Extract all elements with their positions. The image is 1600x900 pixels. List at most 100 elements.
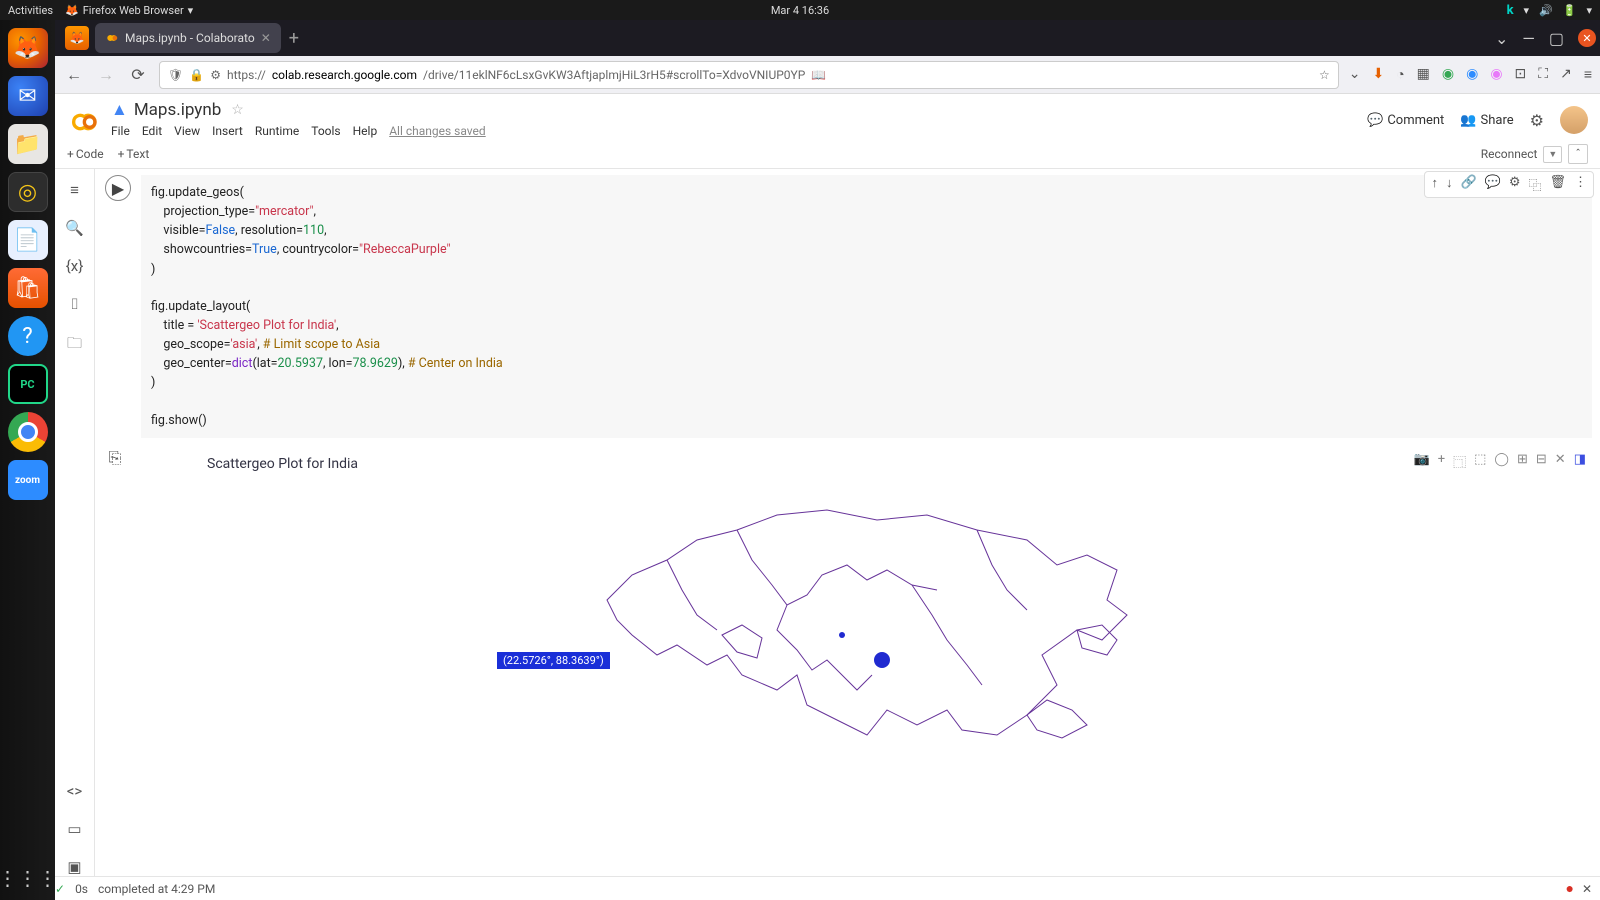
permissions-icon[interactable]: ⚙ xyxy=(210,68,221,82)
ext4-icon[interactable]: ◉ xyxy=(1490,66,1502,83)
lasso-icon[interactable]: ◯ xyxy=(1494,452,1509,471)
code-icon[interactable]: <> xyxy=(67,782,82,800)
url-bar[interactable]: 🛡 🔒 ⚙ https://colab.research.google.com/… xyxy=(159,61,1339,89)
firefox-home-icon[interactable]: 🦊 xyxy=(65,26,89,50)
code-editor[interactable]: fig.update_geos( projection_type="mercat… xyxy=(141,175,1592,438)
hamburger-menu-icon[interactable]: ≡ xyxy=(1584,66,1592,83)
volume-icon[interactable]: 🔊 xyxy=(1539,4,1553,17)
ext6-icon[interactable]: ⛶ xyxy=(1538,66,1548,83)
reconnect-button[interactable]: Reconnect xyxy=(1481,147,1538,161)
k-indicator-icon[interactable]: k xyxy=(1507,3,1514,18)
autoscale-icon[interactable]: ✕ xyxy=(1555,452,1566,471)
pan-icon[interactable]: ⿹ xyxy=(1453,452,1466,471)
lock-icon[interactable]: 🔒 xyxy=(189,68,204,82)
output-collapse-icon[interactable]: ⎘ xyxy=(105,448,125,468)
new-tab-button[interactable]: + xyxy=(289,28,299,49)
reader-icon[interactable]: 📖 xyxy=(811,68,826,82)
recording-icon[interactable]: ● xyxy=(1565,880,1573,897)
move-down-icon[interactable]: ↓ xyxy=(1446,175,1453,194)
map-container[interactable]: (22.5726°, 88.3639°) xyxy=(157,480,1576,770)
ext1-icon[interactable]: ▦ xyxy=(1417,66,1430,83)
browser-tab[interactable]: Maps.ipynb - Colaborato ✕ xyxy=(95,23,281,53)
datetime[interactable]: Mar 4 16:36 xyxy=(771,4,829,17)
code-cell[interactable]: ▶ fig.update_geos( projection_type="merc… xyxy=(95,169,1600,444)
dock-files-icon[interactable]: 📁 xyxy=(8,124,48,164)
dock-pycharm-icon[interactable]: PC xyxy=(8,364,48,404)
reconnect-options-icon[interactable]: ▼ xyxy=(1543,146,1562,163)
terminal-icon[interactable]: ▣ xyxy=(67,858,81,876)
menu-help[interactable]: Help xyxy=(353,124,378,138)
app-menu[interactable]: 🦊 Firefox Web Browser ▾ xyxy=(65,4,193,17)
vars-icon[interactable]: {x} xyxy=(66,257,84,275)
dock-writer-icon[interactable]: 📄 xyxy=(8,220,48,260)
menu-tools[interactable]: Tools xyxy=(311,124,340,138)
run-cell-button[interactable]: ▶ xyxy=(105,175,131,201)
battery-icon[interactable]: 🔋 xyxy=(1563,4,1577,17)
colab-logo-icon[interactable] xyxy=(67,106,99,138)
cell-settings-icon[interactable]: ⚙ xyxy=(1509,175,1521,194)
comment-cell-icon[interactable]: 💬 xyxy=(1485,175,1501,194)
colab-main[interactable]: ↑ ↓ 🔗 💬 ⚙ ⿻ 🗑 ⋮ ▶ fig.update_geos( proje… xyxy=(95,169,1600,876)
delete-cell-icon[interactable]: 🗑 xyxy=(1549,175,1566,194)
reload-button[interactable]: ⟳ xyxy=(127,65,149,84)
comments-panel-icon[interactable]: ▭ xyxy=(67,820,81,838)
dock-help-icon[interactable]: ? xyxy=(8,316,48,356)
close-status-icon[interactable]: ✕ xyxy=(1582,882,1592,896)
plotly-logo-icon[interactable]: ◨ xyxy=(1574,452,1586,471)
dock-chrome-icon[interactable] xyxy=(8,412,48,452)
dock-thunderbird-icon[interactable]: ✉ xyxy=(8,76,48,116)
close-button[interactable]: ✕ xyxy=(1578,29,1596,47)
dock-rhythmbox-icon[interactable]: ◎ xyxy=(8,172,48,212)
collapse-cell-icon[interactable]: ˆ xyxy=(1568,144,1588,164)
save-status[interactable]: All changes saved xyxy=(389,124,485,138)
pocket-icon[interactable]: ⌄ xyxy=(1349,66,1361,83)
back-button[interactable]: ← xyxy=(63,65,85,85)
select-icon[interactable]: ⬚ xyxy=(1474,452,1486,471)
dock-software-icon[interactable]: 🛍 xyxy=(8,268,48,308)
account-icon[interactable]: ◔ xyxy=(1396,66,1404,83)
menu-runtime[interactable]: Runtime xyxy=(255,124,299,138)
dock-zoom-icon[interactable]: zoom xyxy=(8,460,48,500)
bookmark-star-icon[interactable]: ☆ xyxy=(1319,68,1330,82)
maximize-button[interactable]: ▢ xyxy=(1549,29,1564,48)
add-text-button[interactable]: + Text xyxy=(118,147,150,161)
user-avatar[interactable] xyxy=(1560,106,1588,134)
menu-view[interactable]: View xyxy=(174,124,200,138)
tab-close-icon[interactable]: ✕ xyxy=(261,31,271,45)
zoomout-icon[interactable]: ⊟ xyxy=(1536,452,1547,471)
toc-icon[interactable]: ≡ xyxy=(70,181,79,199)
mirror-icon[interactable]: ⿻ xyxy=(1528,175,1541,194)
settings-gear-icon[interactable]: ⚙ xyxy=(1530,111,1544,130)
ext5-icon[interactable]: ⊡ xyxy=(1515,66,1527,83)
menu-edit[interactable]: Edit xyxy=(142,124,162,138)
shield-icon[interactable]: 🛡 xyxy=(168,68,183,82)
comment-button[interactable]: 💬Comment xyxy=(1367,113,1444,128)
menu-file[interactable]: File xyxy=(111,124,130,138)
wifi-icon[interactable]: ▾ xyxy=(1524,4,1530,17)
downloads-icon[interactable]: ⬇ xyxy=(1372,66,1384,83)
ext2-icon[interactable]: ◉ xyxy=(1442,66,1454,83)
files-panel-icon[interactable]: 🗀 xyxy=(67,333,82,358)
system-tray[interactable]: k ▾ 🔊 🔋 ▾ xyxy=(1507,3,1592,18)
add-code-button[interactable]: + Code xyxy=(67,147,104,161)
camera-icon[interactable]: 📷 xyxy=(1414,452,1430,471)
minimize-button[interactable]: — xyxy=(1522,29,1535,48)
move-up-icon[interactable]: ↑ xyxy=(1431,175,1438,194)
ext7-icon[interactable]: ↗ xyxy=(1560,66,1572,83)
zoom-icon[interactable]: + xyxy=(1438,452,1445,471)
cell-more-icon[interactable]: ⋮ xyxy=(1574,175,1587,194)
dock-firefox-icon[interactable]: 🦊 xyxy=(8,28,48,68)
zoomin-icon[interactable]: ⊞ xyxy=(1517,452,1528,471)
search-icon[interactable]: 🔍 xyxy=(65,219,84,237)
tabs-chevron-icon[interactable]: ⌄ xyxy=(1495,29,1508,48)
activities-button[interactable]: Activities xyxy=(8,4,53,17)
ext3-icon[interactable]: ◉ xyxy=(1466,66,1478,83)
notebook-title[interactable]: Maps.ipynb xyxy=(134,100,221,120)
menu-insert[interactable]: Insert xyxy=(212,124,243,138)
chevron-down-icon[interactable]: ▾ xyxy=(1586,4,1592,17)
share-button[interactable]: 👥Share xyxy=(1460,113,1513,128)
dock-apps-grid-icon[interactable]: ⋮⋮⋮ xyxy=(0,866,58,890)
star-icon[interactable]: ☆ xyxy=(231,102,244,118)
secrets-icon[interactable]: ⌷ xyxy=(70,295,79,313)
link-icon[interactable]: 🔗 xyxy=(1460,175,1476,194)
